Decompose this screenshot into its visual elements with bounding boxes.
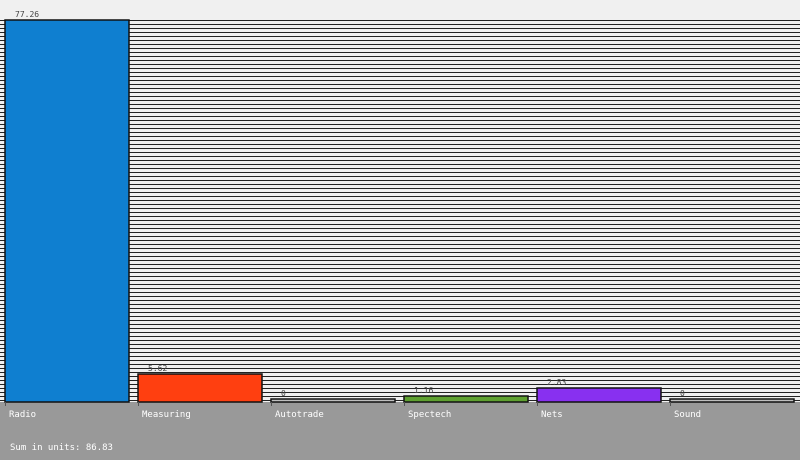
bar-autotrade — [270, 398, 396, 403]
value-label-radio: 77.26 — [15, 10, 39, 19]
bar-sound — [669, 398, 795, 403]
bar-nets — [536, 387, 662, 403]
value-label-autotrade: 0 — [281, 389, 286, 398]
value-label-spectech: 1.16 — [414, 386, 433, 395]
category-label-nets: Nets — [541, 410, 563, 420]
chart-svg: 77.26 5.62 0 1.16 2.83 0 Radio Measuring Autotr… — [0, 0, 800, 420]
value-label-sound: 0 — [680, 389, 685, 398]
category-label-radio: Radio — [9, 410, 36, 420]
category-label-spectech: Spectech — [408, 410, 451, 420]
value-label-measuring: 5.62 — [148, 364, 167, 373]
sum-label: Sum in units: 86.83 — [10, 443, 113, 453]
value-label-nets: 2.83 — [547, 378, 566, 387]
category-labels: Radio Measuring Autotrade Spectech Nets Sound — [9, 410, 701, 420]
category-label-autotrade: Autotrade — [275, 410, 324, 420]
category-label-sound: Sound — [674, 410, 701, 420]
bar-radio — [4, 19, 130, 403]
bar-spectech — [403, 395, 529, 403]
category-label-measuring: Measuring — [142, 410, 191, 420]
bar-measuring — [137, 373, 263, 403]
